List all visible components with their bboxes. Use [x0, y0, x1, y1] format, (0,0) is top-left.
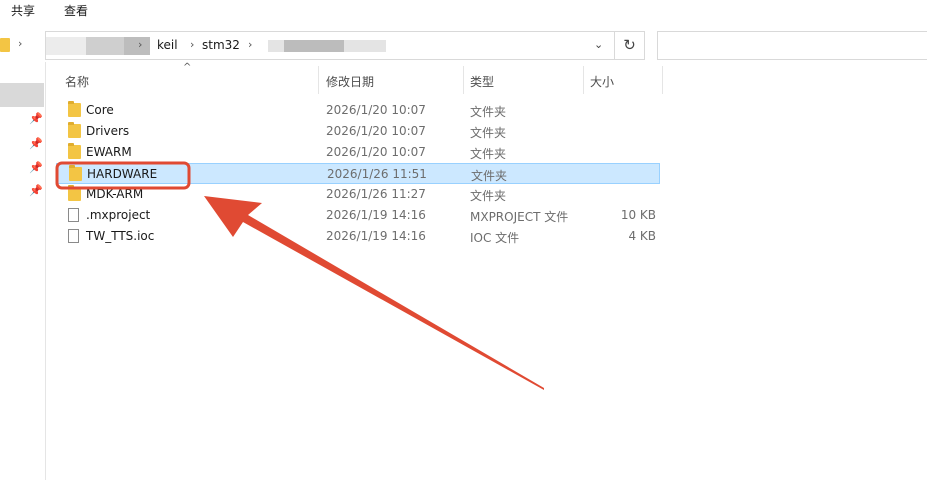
- file-date: 2026/1/20 10:07: [326, 145, 426, 159]
- folder-icon: [68, 185, 81, 201]
- column-header-size[interactable]: 大小: [590, 73, 614, 90]
- chevron-down-icon[interactable]: ⌄: [594, 38, 603, 51]
- pin-icon[interactable]: 📌: [29, 137, 43, 150]
- folder-icon: [0, 38, 10, 52]
- chevron-right-icon: ›: [138, 38, 143, 51]
- file-type: 文件夹: [470, 105, 507, 119]
- file-name: HARDWARE: [87, 167, 158, 181]
- file-name: Core: [86, 103, 114, 117]
- pin-icon[interactable]: 📌: [29, 161, 43, 174]
- chevron-right-icon[interactable]: ›: [18, 37, 22, 50]
- breadcrumb-stm32[interactable]: stm32: [202, 38, 240, 52]
- file-date: 2026/1/26 11:27: [326, 187, 426, 201]
- address-row: › › keil › stm32 › ⌄ ↻: [0, 28, 927, 62]
- blurred-path: [46, 37, 86, 55]
- file-type: 文件夹: [471, 169, 508, 183]
- sort-ascending-icon: ^: [183, 62, 192, 73]
- table-row[interactable]: MDK-ARM 2026/1/26 11:27 文件夹: [56, 184, 660, 205]
- address-bar[interactable]: › keil › stm32 › ⌄: [45, 31, 615, 60]
- column-divider[interactable]: [583, 66, 584, 94]
- file-date: 2026/1/19 14:16: [326, 229, 426, 243]
- file-icon: [68, 208, 79, 222]
- table-row[interactable]: Core 2026/1/20 10:07 文件夹: [56, 100, 660, 121]
- file-date: 2026/1/20 10:07: [326, 124, 426, 138]
- column-divider[interactable]: [463, 66, 464, 94]
- file-date: 2026/1/19 14:16: [326, 208, 426, 222]
- blurred-path: [124, 37, 150, 55]
- file-name: EWARM: [86, 145, 132, 159]
- file-type: 文件夹: [470, 126, 507, 140]
- folder-icon: [68, 101, 81, 117]
- column-divider[interactable]: [318, 66, 319, 94]
- column-divider[interactable]: [662, 66, 663, 94]
- file-type: IOC 文件: [470, 231, 520, 245]
- chevron-right-icon: ›: [248, 38, 253, 51]
- column-header-date[interactable]: 修改日期: [326, 73, 374, 90]
- chevron-right-icon: ›: [190, 38, 195, 51]
- file-type: 文件夹: [470, 189, 507, 203]
- ribbon: 共享 查看: [0, 0, 927, 22]
- pin-icon[interactable]: 📌: [29, 184, 43, 197]
- file-name: MDK-ARM: [86, 187, 144, 201]
- refresh-button[interactable]: ↻: [615, 31, 645, 60]
- column-header-type[interactable]: 类型: [470, 73, 494, 90]
- table-row[interactable]: EWARM 2026/1/20 10:07 文件夹: [56, 142, 660, 163]
- file-name: .mxproject: [86, 208, 151, 222]
- blurred-path: [284, 40, 344, 52]
- table-row[interactable]: .mxproject 2026/1/19 14:16 MXPROJECT 文件 …: [56, 205, 660, 226]
- refresh-icon: ↻: [623, 36, 636, 54]
- column-header-name[interactable]: 名称: [65, 73, 89, 90]
- file-name: TW_TTS.ioc: [86, 229, 155, 243]
- breadcrumb-keil[interactable]: keil: [157, 38, 178, 52]
- folder-icon: [68, 122, 81, 138]
- search-input[interactable]: [657, 31, 927, 60]
- ribbon-tab-view[interactable]: 查看: [64, 2, 88, 19]
- ribbon-tab-share[interactable]: 共享: [11, 2, 35, 19]
- table-row[interactable]: Drivers 2026/1/20 10:07 文件夹: [56, 121, 660, 142]
- nav-item-selected[interactable]: [0, 83, 44, 107]
- file-name: Drivers: [86, 124, 130, 138]
- navigation-pane: 📌 📌 📌 📌: [0, 62, 46, 480]
- file-date: 2026/1/26 11:51: [327, 167, 427, 181]
- folder-icon: [69, 165, 82, 181]
- blurred-path: [86, 37, 124, 55]
- pin-icon[interactable]: 📌: [29, 112, 43, 125]
- file-type: MXPROJECT 文件: [470, 210, 569, 224]
- file-type: 文件夹: [470, 147, 507, 161]
- file-icon: [68, 229, 79, 243]
- file-size: 4 KB: [628, 229, 656, 243]
- folder-icon: [68, 143, 81, 159]
- table-row[interactable]: TW_TTS.ioc 2026/1/19 14:16 IOC 文件 4 KB: [56, 226, 660, 247]
- file-date: 2026/1/20 10:07: [326, 103, 426, 117]
- file-size: 10 KB: [620, 208, 656, 222]
- table-row[interactable]: HARDWARE 2026/1/26 11:51 文件夹: [56, 163, 660, 184]
